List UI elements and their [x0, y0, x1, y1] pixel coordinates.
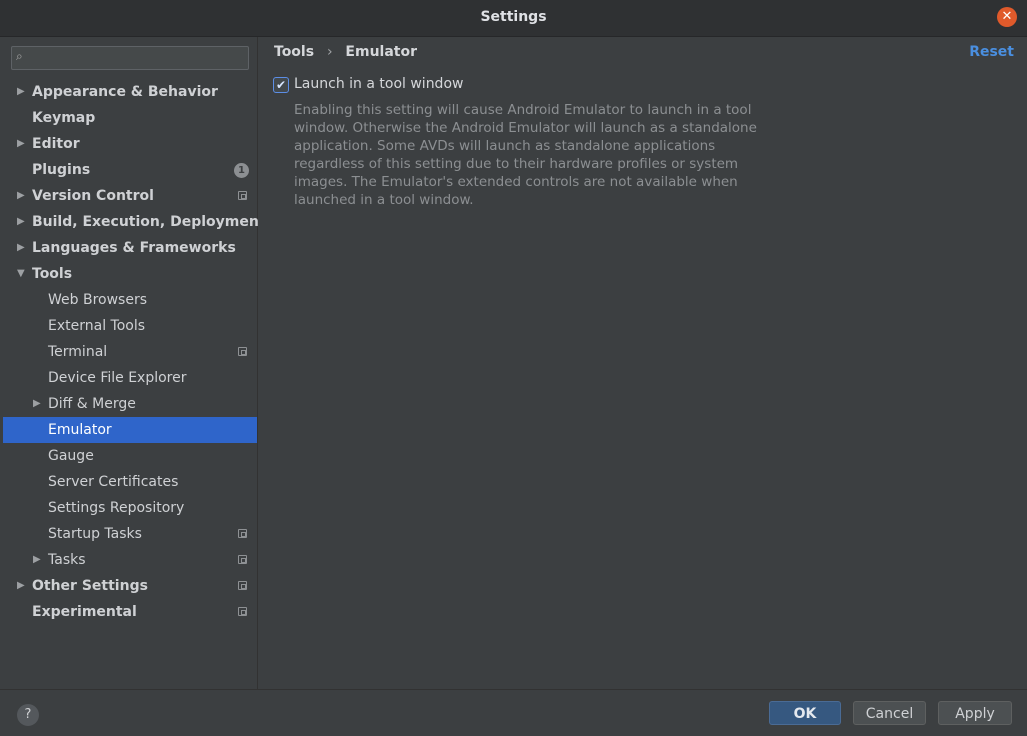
- sidebar-item-label: Languages & Frameworks: [32, 240, 236, 256]
- settings-sidebar: ⌕ ▶ Appearance & Behavior Keymap ▶ Editor Plu…: [3, 37, 266, 689]
- launch-in-tool-window-label[interactable]: Launch in a tool window: [294, 76, 463, 92]
- sidebar-item-label: Device File Explorer: [48, 370, 187, 386]
- sidebar-item-external-tools[interactable]: External Tools: [3, 313, 257, 339]
- option-description: Enabling this setting will cause Android…: [294, 102, 757, 208]
- chevron-right-icon[interactable]: ▶: [33, 391, 41, 417]
- sidebar-item-build-execution-deployment[interactable]: ▶ Build, Execution, Deployment: [3, 209, 266, 235]
- sidebar-item-server-certificates[interactable]: Server Certificates: [3, 469, 257, 495]
- search-field[interactable]: ⌕: [11, 46, 249, 70]
- chevron-right-icon[interactable]: ▶: [17, 235, 25, 261]
- sidebar-item-label: Settings Repository: [48, 500, 185, 516]
- breadcrumb: Tools › Emulator: [274, 44, 417, 60]
- sidebar-item-keymap[interactable]: Keymap: [3, 105, 257, 131]
- breadcrumb-separator: ›: [326, 44, 333, 60]
- sidebar-item-settings-repository[interactable]: Settings Repository: [3, 495, 257, 521]
- plugins-update-badge: 1: [234, 163, 249, 178]
- sidebar-item-languages-frameworks[interactable]: ▶ Languages & Frameworks: [3, 235, 257, 261]
- project-level-icon: [238, 191, 247, 200]
- cancel-button[interactable]: Cancel: [853, 701, 926, 725]
- sidebar-item-label: Editor: [32, 136, 80, 152]
- sidebar-item-label: Web Browsers: [48, 292, 147, 308]
- sidebar-item-emulator[interactable]: Emulator: [3, 417, 257, 443]
- sidebar-item-label: External Tools: [48, 318, 146, 334]
- sidebar-item-tasks[interactable]: ▶ Tasks: [3, 547, 257, 573]
- chevron-right-icon[interactable]: ▶: [17, 183, 25, 209]
- sidebar-item-gauge[interactable]: Gauge: [3, 443, 257, 469]
- sidebar-item-label: Build, Execution, Deployment: [32, 214, 266, 230]
- project-level-icon: [238, 581, 247, 590]
- sidebar-item-label: Gauge: [48, 448, 94, 464]
- sidebar-item-device-file-explorer[interactable]: Device File Explorer: [3, 365, 257, 391]
- sidebar-item-label: Version Control: [32, 188, 154, 204]
- apply-button[interactable]: Apply: [938, 701, 1012, 725]
- chevron-down-icon[interactable]: ▼: [17, 261, 25, 287]
- sidebar-item-label: Appearance & Behavior: [32, 84, 218, 100]
- breadcrumb-tools[interactable]: Tools: [274, 44, 314, 60]
- sidebar-item-startup-tasks[interactable]: Startup Tasks: [3, 521, 257, 547]
- dialog-footer: ? OK Cancel Apply: [0, 689, 1027, 736]
- settings-dialog: Settings ✕ ⌕ ▶ Appearance & Behavior Keyma…: [0, 0, 1027, 736]
- sidebar-item-label: Server Certificates: [48, 474, 179, 490]
- ok-button[interactable]: OK: [769, 701, 841, 725]
- chevron-right-icon[interactable]: ▶: [17, 131, 25, 157]
- sidebar-item-label: Experimental: [32, 604, 137, 620]
- sidebar-item-other-settings[interactable]: ▶ Other Settings: [3, 573, 257, 599]
- reset-link[interactable]: Reset: [969, 44, 1014, 60]
- settings-tree: ▶ Appearance & Behavior Keymap ▶ Editor Plugi…: [3, 79, 266, 625]
- sidebar-item-tools[interactable]: ▼ Tools: [3, 261, 257, 287]
- sidebar-item-label: Keymap: [32, 110, 96, 126]
- sidebar-item-label: Diff & Merge: [48, 396, 136, 412]
- sidebar-item-experimental[interactable]: Experimental: [3, 599, 257, 625]
- sidebar-item-label: Tasks: [48, 552, 86, 568]
- search-input[interactable]: [32, 47, 246, 69]
- sidebar-item-diff-merge[interactable]: ▶ Diff & Merge: [3, 391, 257, 417]
- project-level-icon: [238, 529, 247, 538]
- project-level-icon: [238, 607, 247, 616]
- checkmark-icon: ✔: [275, 78, 287, 92]
- sidebar-item-label: Tools: [32, 266, 73, 282]
- chevron-right-icon[interactable]: ▶: [17, 573, 25, 599]
- sidebar-item-label: Terminal: [48, 344, 108, 360]
- sidebar-item-appearance-behavior[interactable]: ▶ Appearance & Behavior: [3, 79, 257, 105]
- chevron-right-icon[interactable]: ▶: [17, 209, 25, 235]
- project-level-icon: [238, 555, 247, 564]
- title-bar: Settings ✕: [0, 0, 1027, 37]
- launch-in-tool-window-checkbox[interactable]: ✔: [273, 77, 289, 93]
- breadcrumb-emulator: Emulator: [345, 44, 418, 60]
- help-icon: ?: [24, 707, 32, 722]
- sidebar-item-web-browsers[interactable]: Web Browsers: [3, 287, 257, 313]
- sidebar-item-editor[interactable]: ▶ Editor: [3, 131, 257, 157]
- sidebar-item-label: Plugins: [32, 162, 91, 178]
- settings-content: Tools › Emulator Reset ✔ Launch in a too…: [258, 37, 1027, 689]
- help-button[interactable]: ?: [17, 704, 39, 726]
- window-title: Settings: [480, 9, 547, 25]
- sidebar-item-terminal[interactable]: Terminal: [3, 339, 257, 365]
- chevron-right-icon[interactable]: ▶: [33, 547, 41, 573]
- project-level-icon: [238, 347, 247, 356]
- close-icon: ✕: [1001, 9, 1013, 24]
- close-button[interactable]: ✕: [997, 7, 1017, 27]
- sidebar-item-plugins[interactable]: Plugins 1: [3, 157, 257, 183]
- sidebar-item-label: Other Settings: [32, 578, 148, 594]
- sidebar-item-version-control[interactable]: ▶ Version Control: [3, 183, 257, 209]
- sidebar-item-label: Startup Tasks: [48, 526, 142, 542]
- chevron-right-icon[interactable]: ▶: [17, 79, 25, 105]
- search-icon: ⌕: [16, 49, 23, 63]
- sidebar-item-label: Emulator: [48, 422, 112, 438]
